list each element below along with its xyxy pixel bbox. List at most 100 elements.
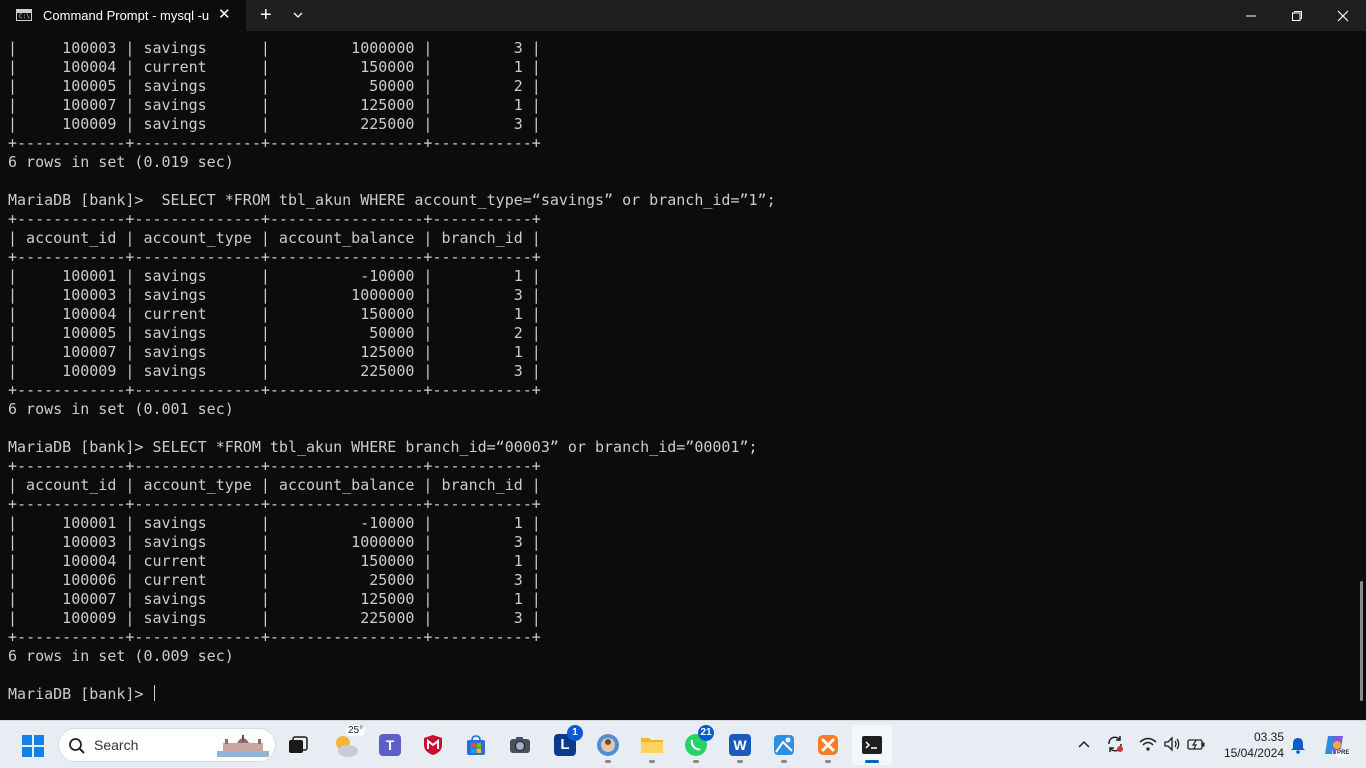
weather-temperature: 25° <box>346 725 366 736</box>
terminal-line: 6 rows in set (0.019 sec) <box>8 153 234 171</box>
xampp-icon <box>818 735 838 755</box>
search-input[interactable]: Search <box>58 728 276 762</box>
volume-icon[interactable] <box>1162 734 1182 754</box>
terminal-app[interactable] <box>852 725 892 765</box>
battery-charging-icon[interactable] <box>1186 734 1206 754</box>
terminal-line: | 100001 | savings | -10000 | 1 | <box>8 514 541 532</box>
terminal-prompt: MariaDB [bank]> <box>8 685 153 703</box>
terminal-line: MariaDB [bank]> SELECT *FROM tbl_akun WH… <box>8 438 758 456</box>
camera-icon <box>510 737 530 753</box>
teams-app[interactable]: T <box>370 725 410 765</box>
terminal-line: | 100006 | current | 25000 | 3 | <box>8 571 541 589</box>
running-indicator <box>693 760 699 763</box>
whatsapp-notification-badge: 21 <box>698 725 714 741</box>
terminal-line: | account_id | account_type | account_ba… <box>8 229 541 247</box>
running-indicator <box>605 760 611 763</box>
close-tab-icon[interactable]: ✕ <box>218 5 231 25</box>
maps-icon <box>774 735 794 755</box>
terminal-line: +------------+--------------+-----------… <box>8 495 541 513</box>
notification-bell-icon[interactable] <box>1288 735 1308 755</box>
terminal-icon <box>862 736 882 754</box>
tab-title: Command Prompt - mysql -u <box>43 8 210 23</box>
terminal-line: | 100005 | savings | 50000 | 2 | <box>8 324 541 342</box>
terminal-line: | 100004 | current | 150000 | 1 | <box>8 305 541 323</box>
terminal-line: | 100004 | current | 150000 | 1 | <box>8 552 541 570</box>
store-bag-icon <box>467 735 485 755</box>
terminal-line: | 100003 | savings | 1000000 | 3 | <box>8 39 541 57</box>
running-indicator <box>737 760 743 763</box>
lark-notification-badge: 1 <box>567 725 583 741</box>
camera-app[interactable] <box>500 725 540 765</box>
search-label: Search <box>94 737 139 753</box>
terminal-output[interactable]: | 100003 | savings | 1000000 | 3 | | 1000… <box>0 31 1366 720</box>
minimize-button[interactable] <box>1228 0 1274 31</box>
terminal-line: 6 rows in set (0.001 sec) <box>8 400 234 418</box>
terminal-scrollbar[interactable] <box>1360 581 1363 701</box>
file-explorer-app[interactable] <box>632 725 672 765</box>
terminal-line: | 100009 | savings | 225000 | 3 | <box>8 362 541 380</box>
terminal-line: +------------+--------------+-----------… <box>8 381 541 399</box>
tab-command-prompt[interactable]: C:\ Command Prompt - mysql -u ✕ <box>0 0 246 31</box>
word-app[interactable]: W <box>720 725 760 765</box>
start-button[interactable] <box>12 725 52 765</box>
terminal-line: | 100009 | savings | 225000 | 3 | <box>8 115 541 133</box>
terminal-line: +------------+--------------+-----------… <box>8 134 541 152</box>
clock-time: 03.35 <box>1253 730 1284 744</box>
search-highlight-art <box>217 735 269 757</box>
active-window-indicator <box>865 760 879 763</box>
chrome-profile-app[interactable] <box>588 725 628 765</box>
terminal-line: +------------+--------------+-----------… <box>8 457 541 475</box>
task-view-icon <box>289 736 308 753</box>
terminal-line: | 100005 | savings | 50000 | 2 | <box>8 77 541 95</box>
whatsapp-app[interactable]: 21 <box>676 725 716 765</box>
terminal-line: MariaDB [bank]> SELECT *FROM tbl_akun WH… <box>8 191 776 209</box>
terminal-line: | 100007 | savings | 125000 | 1 | <box>8 96 541 114</box>
word-icon: W <box>729 734 751 756</box>
terminal-line: | 100003 | savings | 1000000 | 3 | <box>8 533 541 551</box>
microsoft-store-app[interactable] <box>456 725 496 765</box>
text-cursor <box>153 685 155 701</box>
task-view-button[interactable] <box>278 725 318 765</box>
terminal-line: +------------+--------------+-----------… <box>8 210 541 228</box>
running-indicator <box>825 760 831 763</box>
terminal-text: | 100003 | savings | 1000000 | 3 | | 1000… <box>8 39 776 704</box>
sync-icon[interactable] <box>1105 734 1125 754</box>
running-indicator <box>781 760 787 763</box>
chrome-profile-icon <box>597 734 619 756</box>
terminal-line: +------------+--------------+-----------… <box>8 248 541 266</box>
close-window-button[interactable] <box>1320 0 1366 31</box>
folder-icon <box>641 738 663 753</box>
terminal-line: | 100004 | current | 150000 | 1 | <box>8 58 541 76</box>
weather-widget[interactable]: 25° <box>326 725 366 765</box>
terminal-line: | 100009 | savings | 225000 | 3 | <box>8 609 541 627</box>
terminal-line: | 100007 | savings | 125000 | 1 | <box>8 590 541 608</box>
command-prompt-icon: C:\ <box>16 9 32 21</box>
title-bar: C:\ Command Prompt - mysql -u ✕ + <box>0 0 1366 31</box>
search-icon <box>69 738 85 754</box>
lark-app[interactable]: L 1 <box>545 725 585 765</box>
terminal-prompt-line[interactable]: MariaDB [bank]> <box>8 685 776 704</box>
terminal-line: | 100003 | savings | 1000000 | 3 | <box>8 286 541 304</box>
xampp-app[interactable] <box>808 725 848 765</box>
show-hidden-icons-chevron-icon[interactable] <box>1074 734 1094 754</box>
terminal-line: | 100007 | savings | 125000 | 1 | <box>8 343 541 361</box>
maps-app[interactable] <box>764 725 804 765</box>
clock-date: 15/04/2024 <box>1223 746 1284 760</box>
terminal-line: 6 rows in set (0.009 sec) <box>8 647 234 665</box>
copilot-button[interactable]: PRE <box>1314 725 1354 765</box>
mcafee-app[interactable] <box>413 725 453 765</box>
terminal-line: +------------+--------------+-----------… <box>8 628 541 646</box>
wifi-icon[interactable] <box>1138 734 1158 754</box>
windows-logo-icon <box>22 735 44 757</box>
chevron-down-icon[interactable] <box>291 8 305 22</box>
restore-button[interactable] <box>1274 0 1320 31</box>
running-indicator <box>649 760 655 763</box>
copilot-preview-badge: PRE <box>1336 749 1351 757</box>
teams-icon: T <box>379 734 401 756</box>
terminal-line: | 100001 | savings | -10000 | 1 | <box>8 267 541 285</box>
system-clock[interactable]: 03.35 15/04/2024 <box>1214 729 1284 761</box>
new-tab-button[interactable]: + <box>260 3 272 27</box>
